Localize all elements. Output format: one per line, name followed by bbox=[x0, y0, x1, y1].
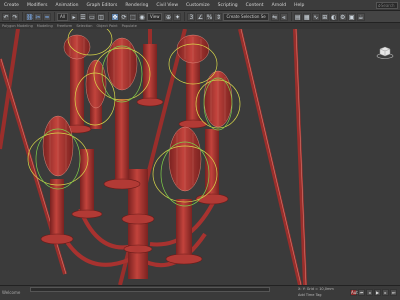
scale-icon[interactable]: ⬚ bbox=[128, 12, 137, 21]
rendered-frame-icon[interactable]: ▣ bbox=[347, 12, 356, 21]
menu-help[interactable]: Help bbox=[290, 3, 308, 8]
add-time-tag-button[interactable]: Add Time Tag bbox=[298, 293, 322, 297]
auto-key-button[interactable]: Auto bbox=[350, 289, 360, 296]
play-icon[interactable]: ▶ bbox=[374, 289, 381, 296]
redo-icon[interactable]: ↷ bbox=[11, 12, 19, 21]
layer-explorer-icon[interactable]: ▦ bbox=[302, 12, 311, 21]
menu-animation[interactable]: Animation bbox=[52, 3, 83, 8]
grid-size: Grid = 10,0mm bbox=[306, 287, 334, 291]
playback-controls: Auto ⏮ ◂ ▶ ▸ ⏭ bbox=[349, 289, 397, 296]
search-input[interactable] bbox=[380, 3, 397, 8]
perspective-viewport[interactable] bbox=[0, 29, 400, 285]
tab-selection[interactable]: Selection bbox=[76, 24, 92, 28]
menu-scripting[interactable]: Scripting bbox=[214, 3, 242, 8]
tab-freeform[interactable]: Freeform bbox=[57, 24, 73, 28]
toolbar-divider bbox=[290, 12, 292, 21]
angle-snap-icon[interactable]: ∠ bbox=[196, 12, 205, 21]
tab-populate[interactable]: Populate bbox=[122, 24, 137, 28]
unlink-icon[interactable]: ✂ bbox=[34, 12, 42, 21]
viewcube-icon[interactable] bbox=[376, 45, 394, 59]
snaps-toggle-icon[interactable]: 3 bbox=[187, 12, 196, 21]
bind-space-warp-icon[interactable]: ≈ bbox=[43, 12, 51, 21]
selection-filter-dropdown[interactable]: All bbox=[57, 12, 68, 21]
curve-editor-icon[interactable]: ∿ bbox=[311, 12, 320, 21]
window-crossing-icon[interactable]: ◫ bbox=[96, 12, 105, 21]
spinner-snap-icon[interactable]: ⇕ bbox=[214, 12, 223, 21]
material-editor-icon[interactable]: ◐ bbox=[329, 12, 338, 21]
menu-bar: Create Modifiers Animation Graph Editors… bbox=[0, 0, 400, 11]
move-icon[interactable]: ✥ bbox=[110, 12, 119, 21]
link-icon[interactable]: ⛓ bbox=[25, 12, 34, 21]
y-label: Y: bbox=[302, 287, 306, 291]
scene-explorer-icon[interactable]: ▤ bbox=[293, 12, 302, 21]
align-icon[interactable]: ⫷ bbox=[279, 12, 288, 21]
status-bar: Welcome X: Y: Grid = 10,0mm Add Time Tag… bbox=[0, 285, 400, 300]
render-setup-icon[interactable]: ⚙ bbox=[338, 12, 347, 21]
tab-polygon-modeling[interactable]: Polygon Modeling bbox=[2, 24, 33, 28]
undo-icon[interactable]: ↶ bbox=[2, 12, 10, 21]
mirror-icon[interactable]: ⇋ bbox=[270, 12, 279, 21]
toolbar-divider bbox=[184, 12, 186, 21]
pivot-center-icon[interactable]: ⊕ bbox=[164, 12, 173, 21]
grid-readout: X: Y: Grid = 10,0mm bbox=[298, 287, 334, 291]
rectangle-selection-icon[interactable]: ▭ bbox=[87, 12, 96, 21]
menu-rendering[interactable]: Rendering bbox=[121, 3, 152, 8]
menu-customize[interactable]: Customize bbox=[182, 3, 214, 8]
search-box[interactable]: ⌕ bbox=[376, 2, 398, 9]
tab-object-paint[interactable]: Object Paint bbox=[96, 24, 117, 28]
select-object-icon[interactable]: ▸ bbox=[69, 12, 78, 21]
percent-snap-icon[interactable]: % bbox=[205, 12, 214, 21]
toolbar-divider bbox=[22, 12, 23, 21]
timeline-slider[interactable] bbox=[30, 287, 270, 292]
toolbar-divider bbox=[54, 12, 55, 21]
menu-graph-editors[interactable]: Graph Editors bbox=[82, 3, 121, 8]
named-selection-sets-dropdown[interactable]: Create Selection Se bbox=[223, 12, 269, 21]
chandelier-mesh-view bbox=[0, 29, 307, 285]
rotate-icon[interactable]: ⟳ bbox=[119, 12, 128, 21]
schematic-view-icon[interactable]: ⊞ bbox=[320, 12, 329, 21]
select-manipulate-icon[interactable]: ✦ bbox=[173, 12, 182, 21]
select-by-name-icon[interactable]: ☰ bbox=[78, 12, 87, 21]
menu-civil-view[interactable]: Civil View bbox=[152, 3, 182, 8]
previous-frame-icon[interactable]: ◂ bbox=[366, 289, 373, 296]
main-toolbar: ↶ ↷ ⛓ ✂ ≈ All ▸ ☰ ▭ ◫ ✥ ⟳ ⬚ ◉ View ⊕ ✦ 3… bbox=[0, 11, 400, 23]
go-to-end-icon[interactable]: ⏭ bbox=[390, 289, 397, 296]
status-text: Welcome bbox=[2, 290, 21, 295]
menu-create[interactable]: Create bbox=[0, 3, 23, 8]
placement-icon[interactable]: ◉ bbox=[137, 12, 146, 21]
toolbar-divider bbox=[107, 12, 109, 21]
tab-modeling[interactable]: Modeling bbox=[37, 24, 53, 28]
go-to-start-icon[interactable]: ⏮ bbox=[358, 289, 365, 296]
x-label: X: bbox=[298, 287, 302, 291]
menu-arnold[interactable]: Arnold bbox=[268, 3, 291, 8]
render-icon[interactable]: ☕ bbox=[356, 12, 365, 21]
next-frame-icon[interactable]: ▸ bbox=[382, 289, 389, 296]
menu-modifiers[interactable]: Modifiers bbox=[23, 3, 52, 8]
reference-coordinate-dropdown[interactable]: View bbox=[146, 12, 163, 21]
menu-content[interactable]: Content bbox=[242, 3, 268, 8]
